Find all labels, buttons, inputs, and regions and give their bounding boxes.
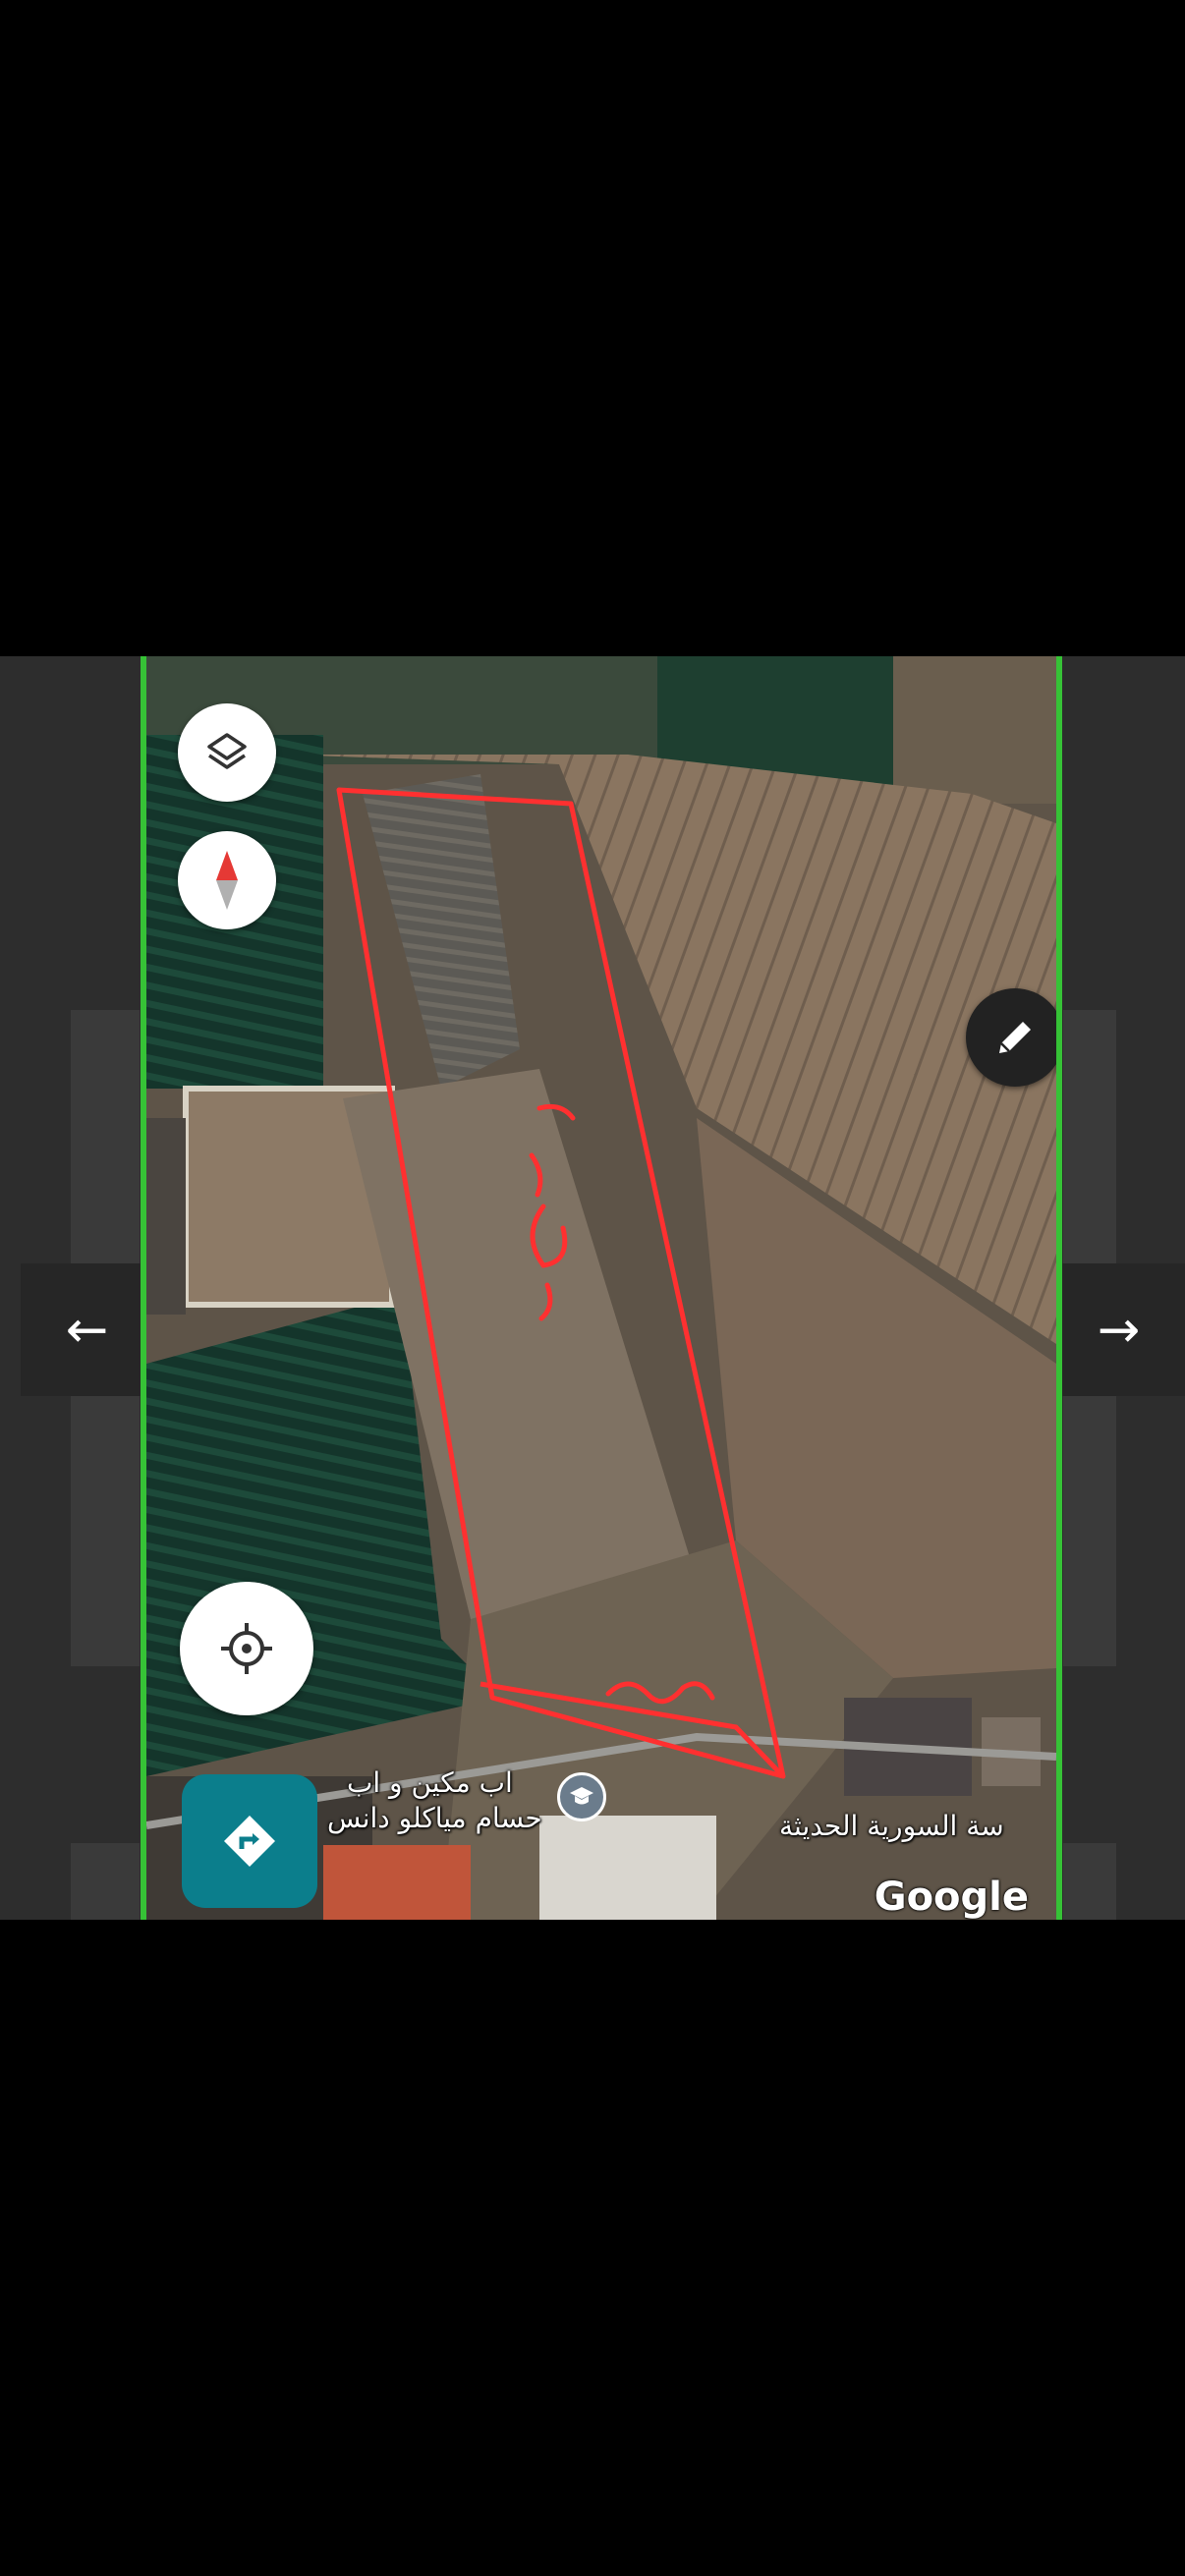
directions-icon (224, 1816, 275, 1867)
school-pin[interactable] (557, 1772, 606, 1821)
building-roof-white (539, 1816, 716, 1920)
building-roof-red (323, 1845, 471, 1920)
next-image-button[interactable]: → (1052, 1263, 1185, 1396)
directions-button[interactable] (182, 1774, 317, 1908)
map-screenshot-viewer[interactable]: اب مكين و اب حسام ميا‌كلو دانس سة السوري… (141, 656, 1062, 1920)
previous-image-button[interactable]: ← (21, 1263, 153, 1396)
google-attribution: Google (874, 1875, 1029, 1920)
layers-button[interactable] (178, 703, 276, 802)
school-label: سة السورية الحديثة (779, 1810, 1004, 1842)
arrow-left-icon: ← (65, 1300, 109, 1360)
next-image-card-lower (1063, 1843, 1116, 1920)
arrow-right-icon: → (1097, 1300, 1141, 1360)
place-label-line2: حسام ميا‌كلو دانس (327, 1802, 542, 1834)
compass-button[interactable] (178, 831, 276, 929)
compass-icon (216, 851, 238, 910)
pencil-icon (999, 1022, 1031, 1053)
previous-image-card-lower (71, 1843, 140, 1920)
satellite-map[interactable] (146, 656, 1056, 1920)
graduation-cap-icon (570, 1787, 593, 1805)
place-label-line1: اب مكين و اب (347, 1766, 513, 1799)
edit-button[interactable] (966, 988, 1056, 1087)
my-location-button[interactable] (180, 1582, 313, 1715)
my-location-icon (221, 1623, 272, 1674)
layers-icon (207, 733, 247, 769)
